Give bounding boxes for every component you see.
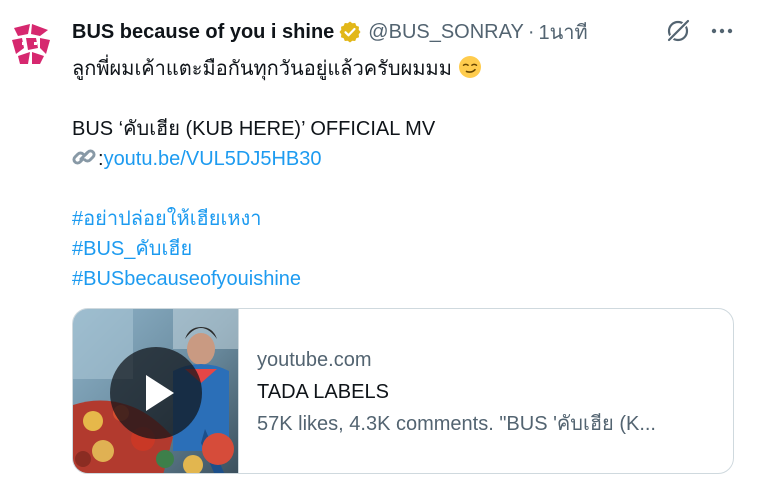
card-title: TADA LABELS	[257, 381, 389, 403]
tweet-title-line: BUS ‘คับเฮีย (KUB HERE)’ OFFICIAL MV	[72, 118, 436, 140]
link-preview-card[interactable]: youtube.com TADA LABELS 57K likes, 4.3K …	[72, 308, 734, 474]
play-button-icon[interactable]	[110, 347, 202, 439]
hashtag-2[interactable]: #BUS_คับเฮีย	[72, 234, 482, 264]
smirking-face-emoji-icon	[458, 55, 482, 79]
more-options-icon[interactable]	[709, 18, 735, 44]
tweet-header: BUS because of you i shine @BUS_SONRAY ·…	[72, 18, 741, 46]
youtube-link[interactable]: youtu.be/VUL5DJ5HB30	[104, 148, 322, 170]
author-name[interactable]: BUS because of you i shine	[72, 21, 334, 44]
hashtag-3[interactable]: #BUSbecauseofyouishine	[72, 264, 482, 294]
tweet-link-line: :youtu.be/VUL5DJ5HB30	[72, 144, 482, 174]
author-handle[interactable]: @BUS_SONRAY	[368, 21, 524, 44]
tweet-line-1-text: ลูกพี่ผมเค้าแตะมือกันทุกวันอยู่แล้วครับผ…	[72, 58, 452, 80]
separator-dot: ·	[527, 20, 535, 43]
video-thumbnail[interactable]	[73, 309, 239, 473]
card-body: youtube.com TADA LABELS 57K likes, 4.3K …	[239, 309, 656, 473]
tweet: BUS because of you i shine @BUS_SONRAY ·…	[0, 0, 761, 484]
verified-badge-icon[interactable]	[338, 20, 362, 44]
link-emoji-icon	[72, 146, 98, 168]
grok-icon[interactable]	[665, 18, 691, 44]
card-domain: youtube.com	[257, 349, 372, 371]
bus-logo-icon	[12, 24, 50, 64]
timestamp[interactable]: 1นาที	[539, 16, 588, 48]
avatar[interactable]	[0, 14, 60, 74]
tweet-text: ลูกพี่ผมเค้าแตะมือกันทุกวันอยู่แล้วครับผ…	[72, 54, 482, 294]
hashtag-1[interactable]: #อย่าปล่อยให้เฮียเหงา	[72, 204, 482, 234]
tweet-line-1: ลูกพี่ผมเค้าแตะมือกันทุกวันอยู่แล้วครับผ…	[72, 54, 482, 84]
header-actions	[665, 18, 735, 44]
card-description: 57K likes, 4.3K comments. "BUS 'คับเฮีย …	[257, 413, 656, 435]
